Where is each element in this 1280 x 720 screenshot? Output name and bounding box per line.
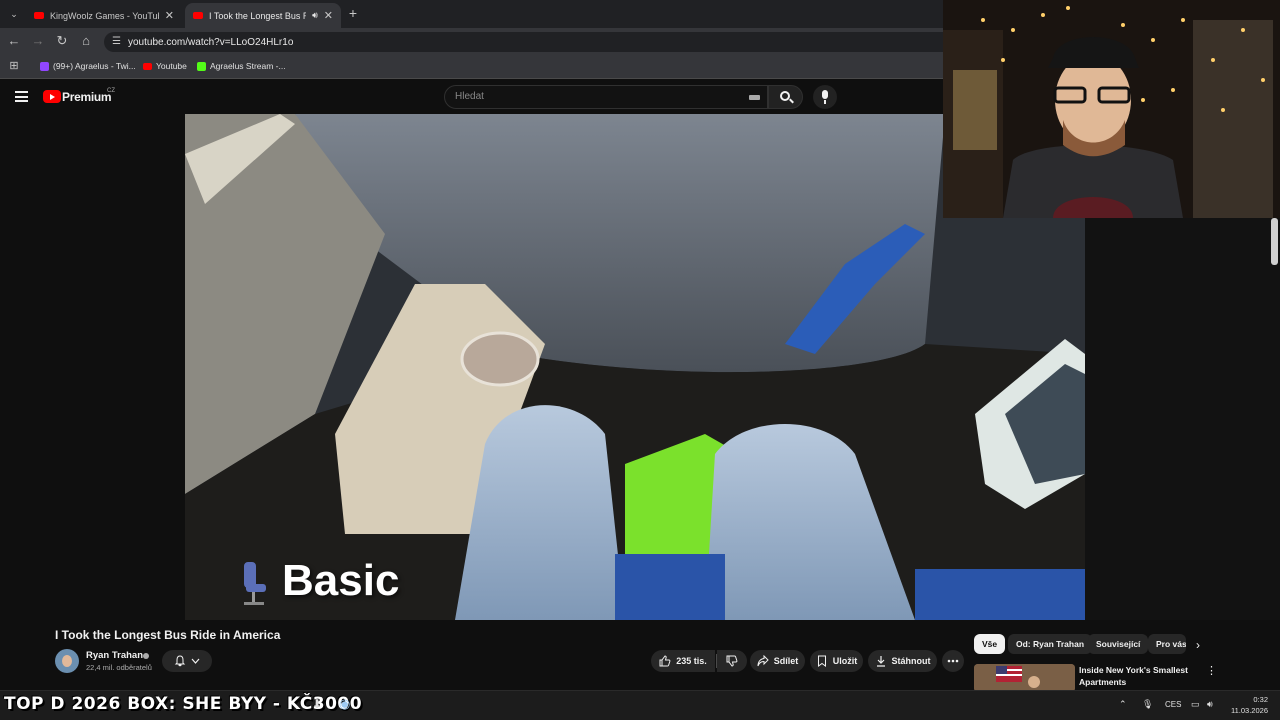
microphone-stand: [824, 100, 826, 104]
seat-icon: [236, 558, 272, 613]
streamer-webcam-overlay: [943, 0, 1280, 218]
youtube-logo-icon[interactable]: [43, 90, 61, 103]
youtube-favicon-icon: [193, 12, 203, 19]
url-text: youtube.com/watch?v=LLoO24HLr1o: [128, 36, 294, 48]
channel-name[interactable]: Ryan Trahan: [86, 650, 143, 661]
pinned-app-icon[interactable]: ⬇: [312, 697, 322, 711]
youtube-favicon-icon: [34, 12, 44, 19]
new-tab-button[interactable]: +: [345, 6, 361, 20]
bookmark-twitch[interactable]: (99+) Agraelus - Twi...: [40, 61, 136, 71]
video-caption: Basic: [282, 556, 400, 605]
reload-icon[interactable]: ↻: [54, 34, 70, 48]
share-icon: [757, 655, 769, 667]
avatar-face: [62, 655, 72, 667]
search-input[interactable]: [455, 91, 735, 102]
language-indicator[interactable]: CES: [1165, 700, 1181, 709]
download-icon: [876, 656, 885, 667]
bookmarks-bar: ⊞ (99+) Agraelus - Twi... Youtube Agrael…: [0, 55, 943, 79]
search-button[interactable]: [768, 85, 803, 109]
download-button[interactable]: Stáhnout: [868, 650, 937, 672]
country-code: CZ: [107, 88, 115, 94]
thumbs-up-icon: [659, 655, 671, 667]
voice-search-button[interactable]: [813, 85, 837, 109]
network-icon[interactable]: ▭: [1191, 699, 1200, 710]
tab-title: I Took the Longest Bus Ride in America: [209, 10, 306, 21]
like-count: 235 tis.: [676, 656, 707, 666]
recommendation-title[interactable]: Inside New York's Smallest Apartments: [1079, 664, 1191, 688]
channel-avatar[interactable]: [55, 649, 79, 673]
volume-icon[interactable]: 🔊︎: [1207, 699, 1213, 710]
recommendation-thumbnail[interactable]: [974, 664, 1075, 692]
clock-time: 0:32: [1253, 695, 1268, 704]
save-button[interactable]: Uložit: [810, 650, 863, 672]
verified-icon: [143, 653, 149, 659]
back-arrow-icon[interactable]: ←: [6, 34, 22, 48]
speaker-icon[interactable]: 🔊︎: [312, 10, 318, 21]
tab-title: KingWoolz Games - YouTube: [50, 10, 159, 21]
chip-all[interactable]: Vše: [974, 634, 1006, 654]
youtube-icon: [143, 62, 152, 70]
tab-current-video[interactable]: I Took the Longest Bus Ride in America 🔊…: [185, 3, 341, 28]
hamburger-menu-icon[interactable]: [15, 91, 28, 102]
sidebar-background: [1085, 218, 1280, 620]
thumbs-down-icon: [726, 655, 738, 667]
subscriber-count: 22,4 mil. odběratelů: [86, 663, 152, 672]
close-tab-icon[interactable]: ✕: [324, 9, 333, 22]
stream-ticker-text: TOP D 2026 BOX: SHE BYY - KČ3000: [4, 694, 363, 714]
browser-tab-bar: ⌄ KingWoolz Games - YouTube ✕ I Took the…: [0, 0, 943, 28]
share-label: Sdílet: [773, 656, 799, 666]
forward-arrow-icon[interactable]: →: [30, 34, 46, 48]
microphone-icon: [822, 90, 828, 99]
share-button[interactable]: Sdílet: [750, 650, 805, 672]
keyboard-icon[interactable]: [749, 95, 760, 100]
bookmark-icon: [817, 655, 826, 667]
chip-for-you[interactable]: Pro vás: [1148, 634, 1186, 654]
search-box[interactable]: [444, 85, 768, 109]
twitch-icon: [40, 61, 49, 71]
tab-search-chevron-icon[interactable]: ⌄: [6, 7, 22, 21]
download-label: Stáhnout: [891, 656, 931, 666]
notifications-bell-button[interactable]: [162, 650, 212, 672]
kick-icon: [197, 61, 206, 71]
microphone-tray-icon[interactable]: 🎙︎: [1142, 699, 1153, 710]
chip-from-channel[interactable]: Od: Ryan Trahan: [1008, 634, 1093, 654]
search-icon-handle: [789, 98, 794, 104]
address-bar[interactable]: ☰ youtube.com/watch?v=LLoO24HLr1o: [104, 32, 943, 52]
chevron-right-icon[interactable]: ›: [1196, 638, 1200, 652]
site-info-icon[interactable]: ☰: [112, 36, 121, 47]
apps-grid-icon[interactable]: ⊞: [6, 59, 22, 73]
video-title: I Took the Longest Bus Ride in America: [55, 628, 281, 642]
system-clock[interactable]: 0:32 11.03.2026: [1228, 694, 1268, 716]
like-button[interactable]: 235 tis.: [651, 650, 715, 672]
dislike-button[interactable]: [717, 650, 747, 672]
steam-icon[interactable]: ◉: [339, 696, 350, 712]
clock-date: 11.03.2026: [1231, 706, 1268, 715]
bookmark-youtube[interactable]: Youtube: [143, 61, 187, 71]
more-horizontal-icon: [947, 659, 959, 663]
bookmark-kick[interactable]: Agraelus Stream -...: [197, 61, 286, 71]
close-tab-icon[interactable]: ✕: [165, 9, 174, 22]
chip-related[interactable]: Související: [1088, 634, 1149, 654]
show-hidden-icons-chevron-icon[interactable]: ⌃: [1119, 699, 1127, 710]
more-vertical-icon[interactable]: ⋮: [1206, 664, 1217, 677]
premium-logo-text[interactable]: Premium: [62, 90, 112, 104]
page-scrollbar[interactable]: [1271, 218, 1278, 265]
chevron-down-icon: [191, 658, 200, 664]
thumbnail-image: [974, 664, 1075, 692]
more-actions-button[interactable]: [942, 650, 964, 672]
tab-kingwoolz[interactable]: KingWoolz Games - YouTube ✕: [26, 3, 182, 28]
webcam-image: [943, 0, 1280, 218]
bell-icon: [174, 655, 186, 667]
save-label: Uložit: [832, 656, 858, 666]
home-icon[interactable]: ⌂: [78, 34, 94, 48]
